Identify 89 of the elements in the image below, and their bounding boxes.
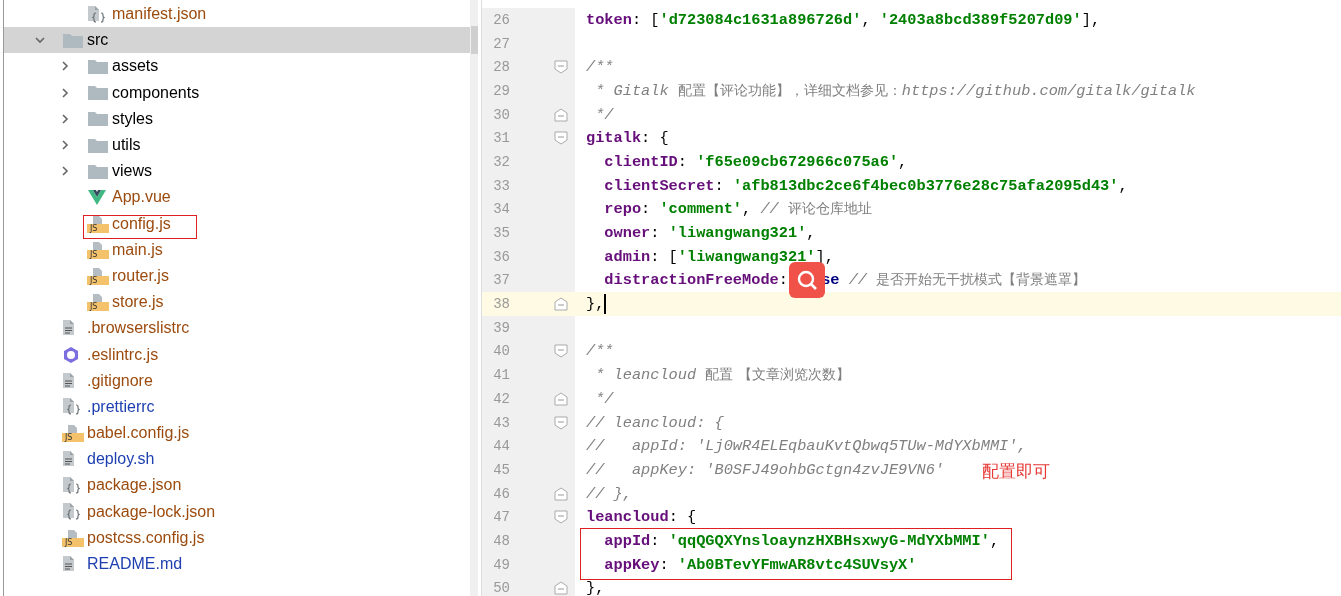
folder-icon	[62, 31, 84, 49]
tree-item[interactable]: JS postcss.config.js	[4, 524, 470, 551]
tree-item[interactable]: utils	[4, 131, 470, 159]
folder-icon	[87, 136, 109, 154]
line-number: 36	[492, 248, 510, 265]
folder-icon	[87, 110, 109, 128]
code-text: // appId: 'Lj0wR4ELEqbauKvtQbwq5TUw-MdYXbMMI',	[586, 437, 1027, 456]
line-number: 43	[492, 414, 510, 431]
folder-icon	[87, 162, 109, 180]
code-text: owner: 'liwangwang321',	[603, 224, 816, 243]
json-file-icon	[62, 502, 80, 522]
code-text: leancloud: {	[586, 508, 697, 527]
tree-item[interactable]: styles	[4, 105, 470, 132]
code-text: gitalk: {	[586, 129, 669, 148]
line-number: 31	[492, 130, 510, 147]
line-number: 48	[492, 532, 510, 549]
tree-item[interactable]: .prettierrc	[4, 393, 470, 420]
tree-item[interactable]: .browserslistrc	[4, 315, 470, 342]
annotation-note: 配置即可	[982, 459, 1050, 483]
tree-item[interactable]: assets	[4, 53, 470, 80]
tree-item[interactable]: .gitignore	[4, 367, 470, 394]
tree-item[interactable]: views	[4, 158, 470, 185]
line-number: 46	[492, 485, 510, 502]
json-file-icon	[62, 397, 80, 417]
tree-item[interactable]: App.vue	[4, 184, 470, 211]
text-cursor	[604, 294, 607, 315]
code-text: },	[586, 295, 605, 314]
tree-item[interactable]: JS babel.config.js	[4, 420, 470, 447]
line-number: 35	[492, 225, 510, 242]
line-number: 50	[492, 580, 510, 596]
code-text: },	[586, 579, 605, 596]
folder-icon	[87, 57, 109, 75]
text-file-icon	[62, 371, 76, 390]
line-number: 27	[492, 35, 510, 52]
tree-item[interactable]: manifest.json	[4, 1, 470, 28]
code-text: /**	[586, 342, 614, 361]
line-number: 37	[492, 272, 510, 289]
code-text: repo: 'comment', // 评论仓库地址	[603, 200, 872, 219]
code-text: */	[594, 105, 614, 124]
line-number: 33	[492, 177, 510, 194]
tree-item[interactable]: JS config.js	[4, 210, 470, 237]
code-text: */	[594, 389, 614, 408]
code-text: token: ['d723084c1631a896726d', '2403a8bcd389f5207d09'],	[586, 10, 1101, 29]
code-text: // },	[586, 484, 632, 503]
line-number: 28	[492, 59, 510, 76]
tree-item[interactable]: README.md	[4, 550, 470, 578]
line-number: 30	[492, 106, 510, 123]
line-number: 34	[492, 201, 510, 218]
line-number: 39	[492, 319, 510, 336]
vue-icon	[87, 188, 107, 206]
tree-item[interactable]: components	[4, 79, 470, 106]
code-text: appKey: 'Ab0BTevYFmwAR8vtc4SUVsyX'	[603, 555, 917, 574]
tree-item[interactable]: package-lock.json	[4, 498, 470, 525]
json-file-icon	[62, 475, 80, 495]
code-text: * Gitalk 配置【评论功能】，详细文档参见：https://github.com/gitalk/gitalk	[594, 81, 1196, 100]
code-text: // leancloud: {	[586, 413, 724, 432]
tree-item[interactable]: deploy.sh	[4, 446, 470, 473]
tree-item[interactable]: package.json	[4, 472, 470, 499]
line-number: 44	[492, 438, 510, 455]
line-number: 42	[492, 390, 510, 407]
tree-item[interactable]: .eslintrc.js	[4, 341, 470, 368]
search-icon[interactable]	[789, 262, 826, 299]
line-number: 32	[492, 153, 510, 170]
json-file-icon	[87, 4, 105, 24]
code-text: /**	[586, 58, 614, 77]
text-file-icon	[62, 319, 76, 338]
text-file-icon	[62, 555, 76, 574]
tree-item[interactable]: JS main.js	[4, 236, 470, 263]
scrollbar[interactable]	[471, 26, 478, 54]
code-text: clientSecret: 'afb813dbc2ce6f4bec0b3776e28c75afa2095d43',	[603, 176, 1128, 195]
code-text: * leancloud 配置 【文章浏览次数】	[594, 366, 850, 385]
line-number: 45	[492, 461, 510, 478]
code-text: // appKey: 'B0SFJ49ohbGctgn4zvJE9VN6'	[586, 460, 944, 479]
line-number: 38	[492, 296, 510, 313]
line-number: 41	[492, 367, 510, 384]
text-file-icon	[62, 450, 76, 469]
line-number: 47	[492, 509, 510, 526]
folder-icon	[87, 84, 109, 102]
hexagon-icon	[62, 345, 80, 364]
tree-item[interactable]: JS store.js	[4, 289, 470, 316]
tree-item[interactable]: src	[4, 27, 470, 54]
line-number: 29	[492, 82, 510, 99]
line-number: 26	[492, 11, 510, 28]
line-number: 49	[492, 556, 510, 573]
tree-item[interactable]: JS router.js	[4, 262, 470, 290]
code-text: clientID: 'f65e09cb672966c075a6',	[603, 152, 908, 171]
code-text: distractionFreeMode:	[603, 271, 789, 290]
line-number: 40	[492, 343, 510, 360]
code-text: appId: 'qqQGQXYnsloaynzHXBHsxwyG-MdYXbMMI',	[603, 531, 1000, 550]
